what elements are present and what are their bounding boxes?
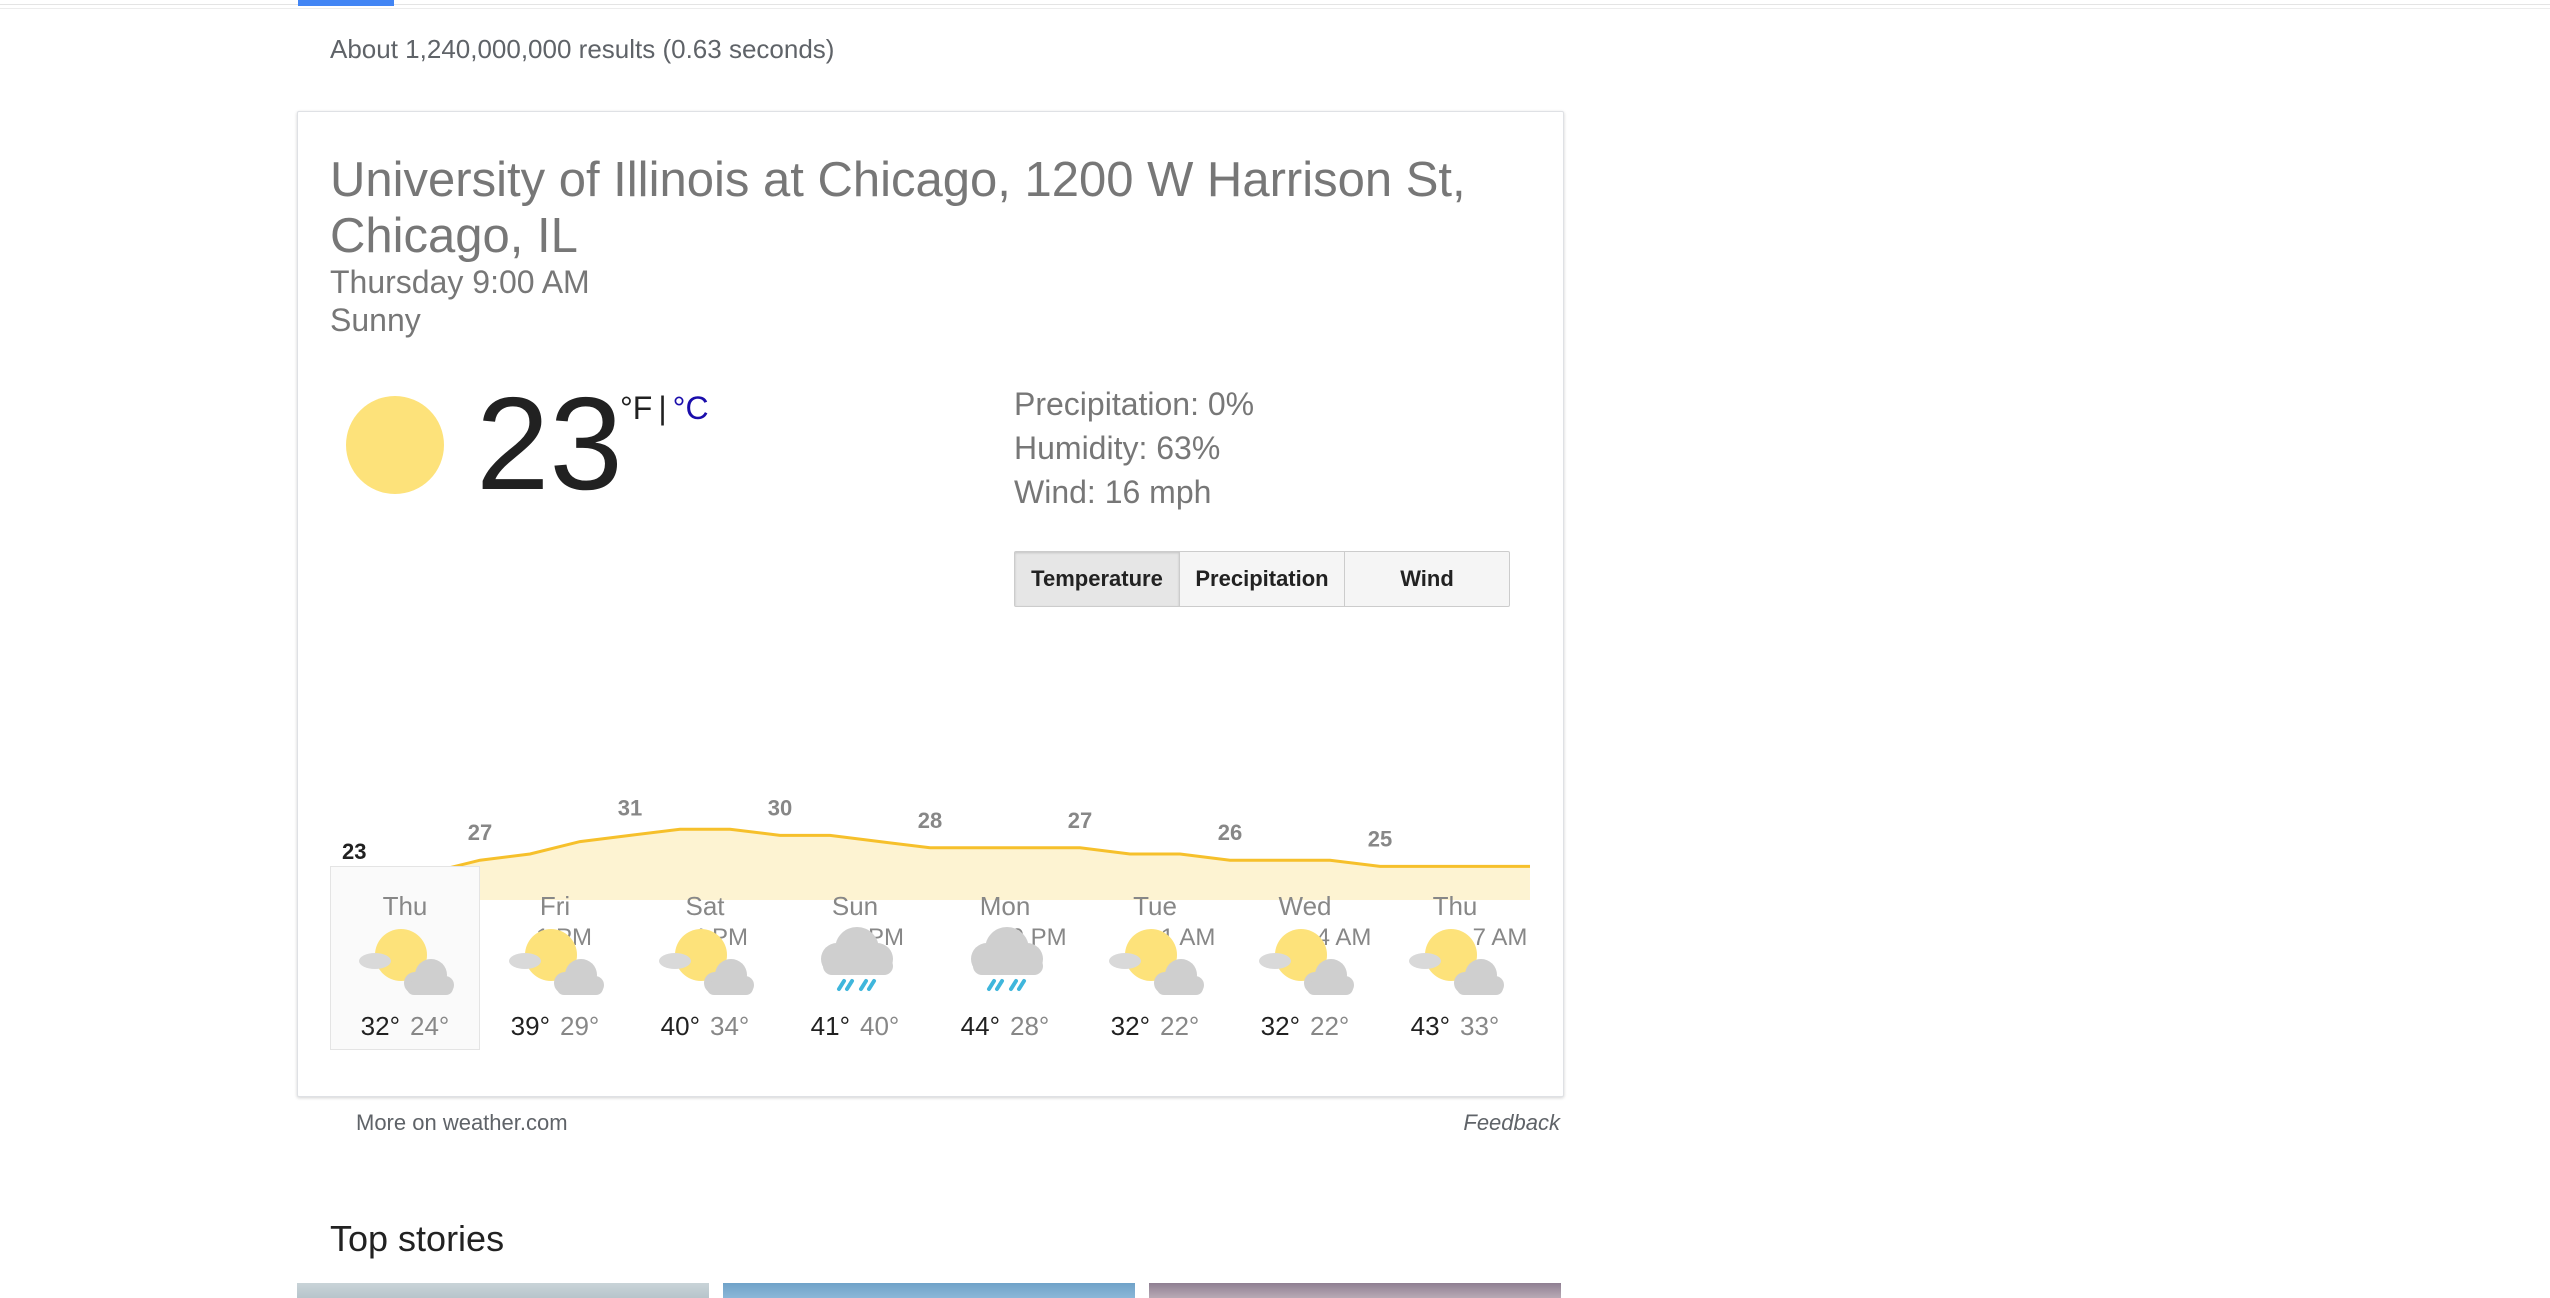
day-name: Fri [539,891,571,921]
top-stories-heading: Top stories [330,1218,505,1259]
temperature-point-label: 23 [342,839,366,864]
story-thumbnail[interactable] [723,1283,1135,1298]
high-temperature: 32° [360,1011,400,1041]
day-forecast-tue[interactable]: Tue 32° 22° [1080,866,1230,1050]
day-name: Thu [382,891,428,921]
day-forecast-mon[interactable]: Mon 44° 28° [930,866,1080,1050]
top-divider-secondary [0,8,2550,9]
rain-icon [805,923,905,999]
temperature-point-label: 27 [1068,808,1092,833]
day-temperatures: 32° 22° [1231,1011,1379,1042]
weather-time: Thursday 9:00 AM [330,264,590,300]
day-forecast-fri[interactable]: Fri 39° 29° [480,866,630,1050]
low-temperature: 28° [1010,1011,1050,1041]
low-temperature: 22° [1310,1011,1350,1041]
current-temperature: 23 [476,370,623,517]
low-temperature: 29° [560,1011,600,1041]
rain-icon [955,923,1055,999]
day-temperatures: 44° 28° [931,1011,1079,1042]
high-temperature: 43° [1410,1011,1450,1041]
partly-cloudy-icon [355,923,455,999]
weather-location: University of Illinois at Chicago, 1200 … [330,153,1466,263]
chart-tabs: Temperature Precipitation Wind [1014,551,1510,607]
high-temperature: 41° [810,1011,850,1041]
temperature-point-label: 26 [1218,820,1242,845]
high-temperature: 40° [660,1011,700,1041]
day-forecast-thu[interactable]: Thu 43° 33° [1380,866,1530,1050]
partly-cloudy-icon [1405,923,1505,999]
day-forecast-sun[interactable]: Sun 41° 40° [780,866,930,1050]
wind-detail: Wind: 16 mph [1014,474,1212,510]
day-temperatures: 41° 40° [781,1011,929,1042]
day-temperatures: 40° 34° [631,1011,779,1042]
story-thumbnail[interactable] [1149,1283,1561,1298]
day-forecast-thu[interactable]: Thu 32° 24° [330,866,480,1050]
day-forecast-wed[interactable]: Wed 32° 22° [1230,866,1380,1050]
day-name: Tue [1133,891,1177,921]
day-temperatures: 39° 29° [481,1011,629,1042]
tab-wind[interactable]: Wind [1344,551,1510,607]
low-temperature: 40° [860,1011,900,1041]
precipitation-detail: Precipitation: 0% [1014,386,1255,422]
unit-separator: | [658,390,667,426]
day-name: Wed [1278,891,1332,921]
day-forecast-sat[interactable]: Sat 40° 34° [630,866,780,1050]
active-search-tab-indicator [298,0,394,6]
temperature-point-label: 31 [618,795,642,820]
day-temperatures: 32° 24° [331,1011,479,1042]
high-temperature: 39° [510,1011,550,1041]
day-temperatures: 43° 33° [1381,1011,1529,1042]
day-name: Thu [1432,891,1478,921]
sunny-icon [346,396,444,494]
partly-cloudy-icon [655,923,755,999]
fahrenheit-unit: °F [620,390,653,426]
unit-toggle: °F | °C [620,390,709,427]
day-name: Sun [831,891,879,921]
temperature-point-label: 28 [918,808,942,833]
partly-cloudy-icon [1255,923,1355,999]
humidity-detail: Humidity: 63% [1014,430,1221,466]
temperature-point-label: 25 [1368,826,1392,851]
low-temperature: 33° [1460,1011,1500,1041]
tab-precipitation[interactable]: Precipitation [1179,551,1345,607]
weather-condition: Sunny [330,302,421,338]
story-thumbnail[interactable] [297,1283,709,1298]
day-name: Mon [979,891,1031,921]
feedback-link[interactable]: Feedback [1440,1110,1560,1136]
celsius-unit-link[interactable]: °C [673,390,709,426]
more-on-weather-link[interactable]: More on weather.com [356,1110,568,1136]
tab-temperature[interactable]: Temperature [1014,551,1180,607]
low-temperature: 34° [710,1011,750,1041]
low-temperature: 22° [1160,1011,1200,1041]
temperature-point-label: 27 [468,820,492,845]
high-temperature: 32° [1260,1011,1300,1041]
partly-cloudy-icon [1105,923,1205,999]
day-temperatures: 32° 22° [1081,1011,1229,1042]
results-stats: About 1,240,000,000 results (0.63 second… [330,34,835,64]
high-temperature: 44° [960,1011,1000,1041]
low-temperature: 24° [410,1011,450,1041]
high-temperature: 32° [1110,1011,1150,1041]
partly-cloudy-icon [505,923,605,999]
day-name: Sat [685,891,725,921]
temperature-point-label: 30 [768,795,792,820]
weather-card: University of Illinois at Chicago, 1200 … [297,111,1564,1097]
